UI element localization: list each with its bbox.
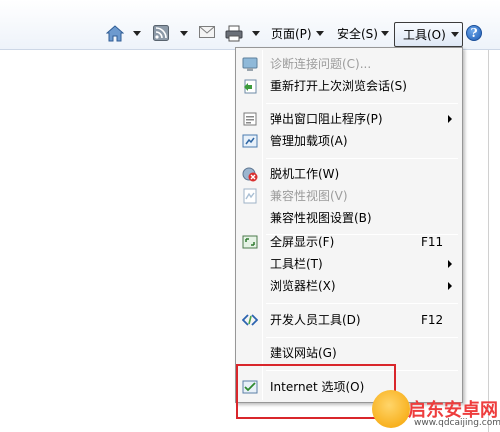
menu-item-label: 脱机工作(W) xyxy=(270,167,340,181)
print-dropdown-icon[interactable] xyxy=(252,31,260,36)
command-bar: 页面(P) 安全(S) 工具(O) ? xyxy=(0,0,500,50)
submenu-arrow-icon xyxy=(448,260,452,268)
feeds-icon[interactable] xyxy=(153,25,169,41)
content-scroll-edge xyxy=(488,50,489,432)
menu-item-label: 兼容性视图(V) xyxy=(270,189,348,203)
diagnose-icon xyxy=(242,57,258,71)
safety-dropdown-icon[interactable] xyxy=(381,31,389,36)
menu-separator xyxy=(266,303,458,304)
page-dropdown-icon[interactable] xyxy=(316,31,324,36)
menu-item-shortcut: F12 xyxy=(421,313,444,327)
home-icon[interactable] xyxy=(106,25,124,42)
menu-item-manage-addons[interactable]: 管理加载项(A) xyxy=(236,130,462,152)
menu-item-compat-view[interactable]: 兼容性视图(V) xyxy=(236,185,462,207)
dev-tools-icon xyxy=(242,314,258,326)
menu-item-label: 浏览器栏(X) xyxy=(270,279,336,293)
menu-item-label: 开发人员工具(D) xyxy=(270,313,361,327)
reopen-session-icon xyxy=(244,79,257,94)
tools-dropdown-menu: 诊断连接问题(C)... 重新打开上次浏览会话(S) 弹出窗口阻止程序(P) 管… xyxy=(235,47,463,403)
compat-view-icon xyxy=(243,188,257,204)
menu-item-diagnose-connection[interactable]: 诊断连接问题(C)... xyxy=(236,53,462,75)
tools-menu-button[interactable]: 工具(O) xyxy=(394,22,463,47)
tools-menu-label: 工具(O) xyxy=(403,28,446,42)
menu-item-label: 重新打开上次浏览会话(S) xyxy=(270,79,407,93)
submenu-arrow-icon xyxy=(448,282,452,290)
page-menu[interactable]: 页面(P) xyxy=(271,22,312,46)
menu-item-compat-view-settings[interactable]: 兼容性视图设置(B) xyxy=(236,207,462,229)
menu-item-label: 诊断连接问题(C)... xyxy=(270,57,372,71)
mail-icon[interactable] xyxy=(199,25,215,39)
menu-item-developer-tools[interactable]: 开发人员工具(D) F12 xyxy=(236,309,462,331)
home-dropdown-icon[interactable] xyxy=(133,31,141,36)
menu-item-label: 全屏显示(F) xyxy=(270,235,335,249)
help-icon[interactable]: ? xyxy=(466,25,482,41)
menu-item-label: 兼容性视图设置(B) xyxy=(270,211,372,225)
offline-icon xyxy=(242,167,258,182)
fullscreen-icon xyxy=(242,235,258,249)
menu-item-label: 建议网站(G) xyxy=(270,346,337,360)
feeds-dropdown-icon[interactable] xyxy=(180,31,188,36)
menu-item-explorer-bars[interactable]: 浏览器栏(X) xyxy=(236,275,462,297)
tools-dropdown-icon xyxy=(451,32,459,37)
menu-item-toolbars[interactable]: 工具栏(T) xyxy=(236,253,462,275)
menu-separator xyxy=(266,103,458,104)
menu-item-label: 弹出窗口阻止程序(P) xyxy=(270,112,383,126)
menu-separator xyxy=(266,158,458,159)
menu-item-label: 管理加载项(A) xyxy=(270,134,348,148)
menu-item-shortcut: F11 xyxy=(421,235,444,249)
menu-item-label: 工具栏(T) xyxy=(270,257,323,271)
menu-item-popup-blocker[interactable]: 弹出窗口阻止程序(P) xyxy=(236,108,462,130)
menu-item-reopen-session[interactable]: 重新打开上次浏览会话(S) xyxy=(236,75,462,97)
safety-menu[interactable]: 安全(S) xyxy=(337,22,378,46)
watermark-logo-icon xyxy=(372,390,410,428)
submenu-arrow-icon xyxy=(448,115,452,123)
menu-item-suggested-sites[interactable]: 建议网站(G) xyxy=(236,342,462,364)
menu-item-work-offline[interactable]: 脱机工作(W) xyxy=(236,163,462,185)
print-icon[interactable] xyxy=(225,25,243,42)
watermark-url: www.qdcaijing.com xyxy=(414,418,500,428)
addons-icon xyxy=(242,134,258,148)
popup-blocker-icon xyxy=(243,112,257,126)
menu-item-full-screen[interactable]: 全屏显示(F) F11 xyxy=(236,231,462,253)
watermark: 启东安卓网 www.qdcaijing.com xyxy=(372,390,500,432)
menu-separator xyxy=(266,337,458,338)
